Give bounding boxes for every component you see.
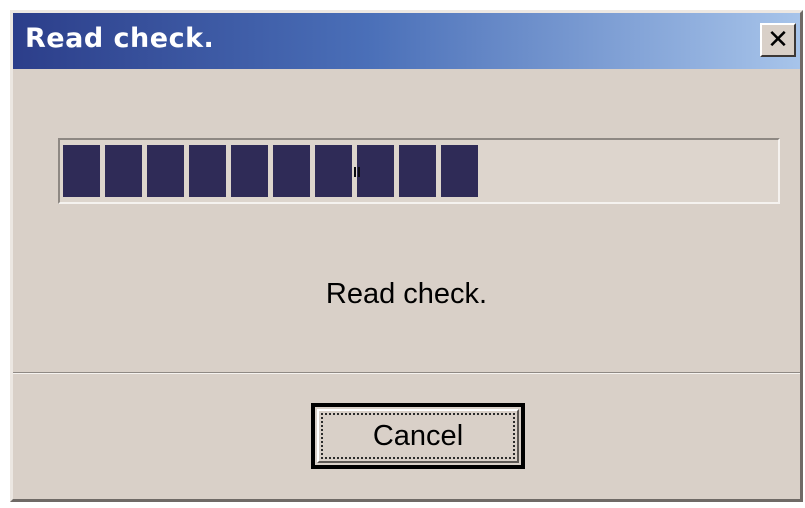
- window-title: Read check.: [25, 23, 215, 54]
- progress-fill: [63, 145, 478, 197]
- close-icon: ✕: [767, 25, 789, 55]
- cancel-button[interactable]: Cancel: [311, 403, 525, 469]
- progress-bar: [58, 138, 780, 204]
- progress-block: [147, 145, 184, 197]
- progress-block: [189, 145, 226, 197]
- progress-block: [441, 145, 478, 197]
- progress-block: [105, 145, 142, 197]
- cancel-button-label: Cancel: [372, 419, 464, 452]
- cancel-focus-rect: Cancel: [321, 413, 515, 459]
- progress-block: [231, 145, 268, 197]
- close-button[interactable]: ✕: [760, 23, 796, 57]
- progress-block: [315, 145, 352, 197]
- title-bar[interactable]: Read check. ✕: [13, 13, 800, 69]
- separator: [13, 372, 800, 374]
- progress-block: [273, 145, 310, 197]
- progress-block: [357, 145, 394, 197]
- progress-block: [399, 145, 436, 197]
- progress-block: [63, 145, 100, 197]
- read-check-dialog: Read check. ✕ Read check. Cancel: [10, 10, 803, 502]
- progress-marker: [354, 167, 360, 177]
- status-message: Read check.: [325, 278, 488, 310]
